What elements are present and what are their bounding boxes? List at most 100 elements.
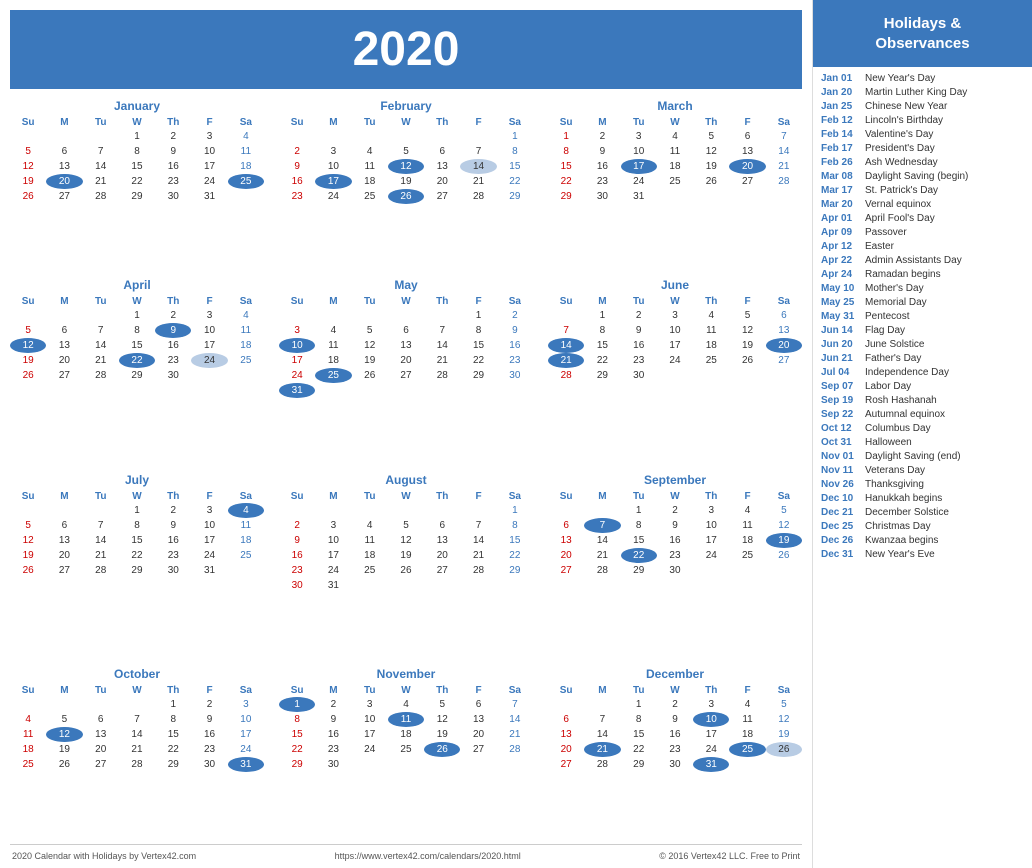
holiday-date: Dec 21	[821, 507, 859, 518]
day-header: Tu	[83, 295, 119, 308]
calendar-day: 29	[584, 368, 620, 383]
calendar-day	[10, 503, 46, 518]
calendar-day: 23	[155, 353, 191, 368]
holiday-date: Nov 26	[821, 479, 859, 490]
calendar-day: 29	[155, 757, 191, 772]
month-table: SuMTuWThFSa12345678910111213141516171819…	[279, 116, 533, 204]
month-table: SuMTuWThFSa12345678910111213141516171819…	[10, 295, 264, 383]
calendar-day: 23	[657, 548, 693, 563]
calendar-day	[460, 129, 496, 144]
calendar-day	[228, 368, 264, 383]
calendar-day: 5	[766, 503, 802, 518]
calendar-day: 28	[83, 189, 119, 204]
calendar-day: 4	[10, 712, 46, 727]
holiday-item: Feb 26Ash Wednesday	[821, 157, 1024, 168]
calendar-day: 9	[155, 518, 191, 533]
calendar-day: 10	[315, 533, 351, 548]
holiday-name: Halloween	[865, 437, 912, 448]
month-title: July	[10, 473, 264, 487]
months-grid: JanuarySuMTuWThFSa1234567891011121314151…	[10, 99, 802, 836]
calendar-day	[584, 503, 620, 518]
calendar-day: 30	[155, 189, 191, 204]
holiday-name: December Solstice	[865, 507, 949, 518]
day-header: F	[191, 490, 227, 503]
calendar-day: 15	[119, 338, 155, 353]
calendar-day: 1	[119, 129, 155, 144]
calendar-day: 20	[548, 742, 584, 757]
day-header: Su	[10, 116, 46, 129]
calendar-day: 27	[548, 757, 584, 772]
calendar-day: 19	[352, 353, 388, 368]
calendar-day: 20	[83, 742, 119, 757]
holiday-item: Dec 31New Year's Eve	[821, 549, 1024, 560]
calendar-day: 7	[83, 144, 119, 159]
calendar-day: 12	[10, 338, 46, 353]
calendar-day: 2	[155, 503, 191, 518]
calendar-day: 30	[657, 563, 693, 578]
calendar-day: 31	[228, 757, 264, 772]
calendar-day: 2	[584, 129, 620, 144]
calendar-day: 15	[279, 727, 315, 742]
month-block: AugustSuMTuWThFSa12345678910111213141516…	[279, 473, 533, 657]
day-header: Su	[548, 684, 584, 697]
holiday-name: Passover	[865, 227, 907, 238]
holiday-date: Apr 12	[821, 241, 859, 252]
calendar-day: 25	[352, 563, 388, 578]
calendar-day: 4	[228, 308, 264, 323]
calendar-day: 7	[424, 323, 460, 338]
holiday-name: Christmas Day	[865, 521, 931, 532]
calendar-day	[729, 368, 765, 383]
day-header: Sa	[766, 490, 802, 503]
calendar-day: 4	[657, 129, 693, 144]
calendar-day	[424, 757, 460, 772]
holiday-item: Jul 04Independence Day	[821, 367, 1024, 378]
calendar-day: 14	[119, 727, 155, 742]
calendar-day: 20	[46, 174, 82, 189]
calendar-day: 15	[155, 727, 191, 742]
calendar-day: 14	[584, 727, 620, 742]
calendar-day: 3	[693, 697, 729, 712]
holiday-item: Jan 25Chinese New Year	[821, 101, 1024, 112]
calendar-day: 24	[657, 353, 693, 368]
calendar-day: 11	[10, 727, 46, 742]
calendar-day: 4	[352, 144, 388, 159]
calendar-day: 20	[424, 548, 460, 563]
holiday-item: Jan 01New Year's Day	[821, 73, 1024, 84]
calendar-day: 27	[424, 563, 460, 578]
calendar-day: 2	[279, 518, 315, 533]
calendar-day: 13	[46, 533, 82, 548]
calendar-day: 20	[766, 338, 802, 353]
holiday-date: Mar 20	[821, 199, 859, 210]
month-block: SeptemberSuMTuWThFSa12345678910111213141…	[548, 473, 802, 657]
calendar-day: 29	[548, 189, 584, 204]
calendar-day: 30	[584, 189, 620, 204]
calendar-day: 28	[766, 174, 802, 189]
calendar-day: 22	[119, 353, 155, 368]
day-header: W	[388, 116, 424, 129]
day-header: F	[460, 684, 496, 697]
day-header: M	[315, 116, 351, 129]
calendar-day: 21	[497, 727, 533, 742]
holiday-date: Sep 07	[821, 381, 859, 392]
holiday-date: Jan 01	[821, 73, 859, 84]
calendar-day: 24	[621, 174, 657, 189]
calendar-day: 16	[191, 727, 227, 742]
holiday-item: Dec 10Hanukkah begins	[821, 493, 1024, 504]
day-header: F	[729, 295, 765, 308]
day-header: M	[315, 295, 351, 308]
calendar-day: 3	[228, 697, 264, 712]
calendar-day: 13	[46, 338, 82, 353]
calendar-day: 3	[621, 129, 657, 144]
calendar-day	[46, 129, 82, 144]
calendar-day: 30	[657, 757, 693, 772]
calendar-day: 6	[424, 144, 460, 159]
calendar-day: 24	[279, 368, 315, 383]
calendar-day: 27	[460, 742, 496, 757]
calendar-day: 8	[119, 323, 155, 338]
calendar-day: 8	[497, 144, 533, 159]
calendar-day	[729, 189, 765, 204]
holiday-list: Jan 01New Year's DayJan 20Martin Luther …	[813, 67, 1032, 868]
holiday-name: April Fool's Day	[865, 213, 935, 224]
holiday-date: Oct 31	[821, 437, 859, 448]
calendar-day	[388, 308, 424, 323]
